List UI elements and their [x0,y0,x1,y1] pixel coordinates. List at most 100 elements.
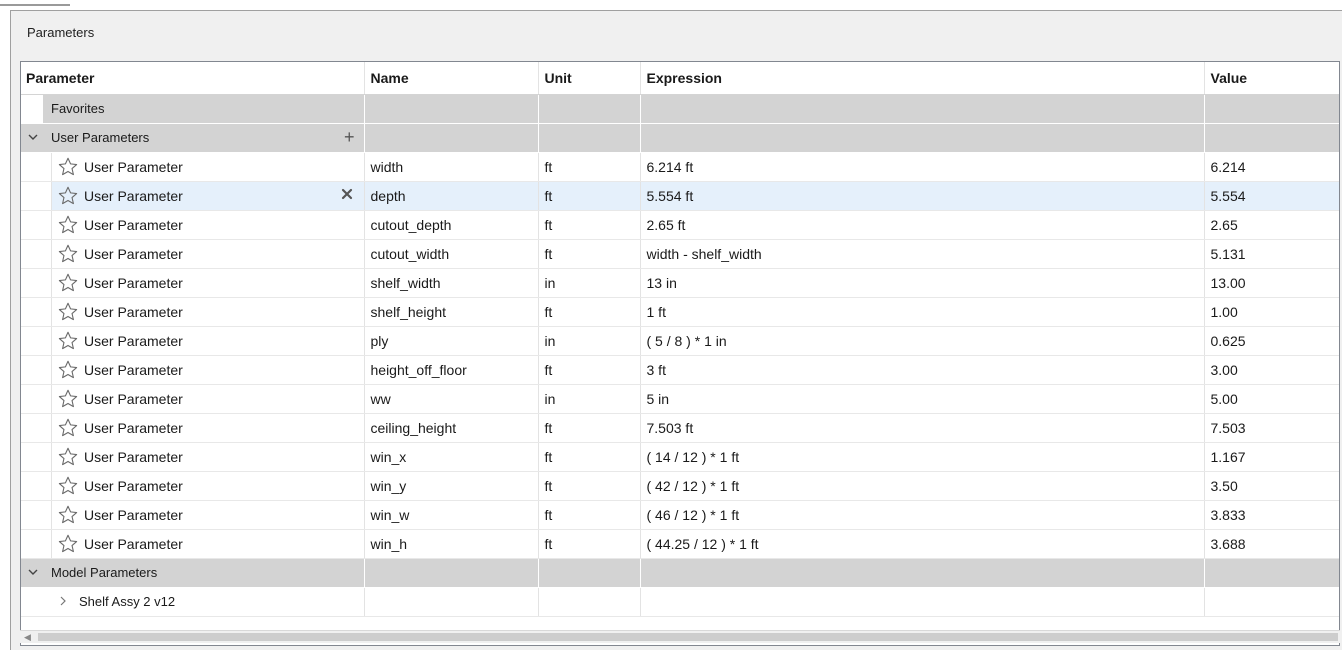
parameter-unit-cell[interactable]: ft [538,297,641,327]
parameter-row[interactable]: User Parameter win_w ft( 46 / 12 ) * 1 ft 3… [21,500,1339,530]
parameter-cell[interactable]: User Parameter [21,268,365,298]
parameter-value-cell[interactable]: 3.833 [1204,500,1339,530]
parameter-row[interactable]: User Parameter win_y ft( 42 / 12 ) * 1 ft 3… [21,471,1339,501]
parameter-unit-cell[interactable]: in [538,268,641,298]
parameter-row[interactable]: User Parameter cutout_width ft width - shel… [21,239,1339,269]
parameter-expression-cell[interactable]: 1 ft [640,297,1205,327]
parameter-unit-cell[interactable]: ft [538,152,641,182]
parameter-name-cell[interactable]: width [364,152,539,182]
star-outline-icon[interactable] [57,475,79,497]
star-outline-icon[interactable] [57,359,79,381]
horizontal-scrollbar[interactable]: ◀ [20,630,1340,643]
star-outline-icon[interactable] [57,504,79,526]
star-outline-icon[interactable] [57,156,79,178]
star-outline-icon[interactable] [57,446,79,468]
scrollbar-thumb[interactable] [38,633,1338,641]
parameter-expression-cell[interactable]: 7.503 ft [640,413,1205,443]
parameter-value-cell[interactable]: 6.214 [1204,152,1339,182]
scroll-left-icon[interactable]: ◀ [24,632,31,643]
star-outline-icon[interactable] [57,185,79,207]
header-name[interactable]: Name [364,62,539,95]
star-outline-icon[interactable] [57,388,79,410]
parameter-unit-cell[interactable]: ft [538,529,641,559]
parameter-cell[interactable]: User Parameter [21,500,365,530]
parameter-expression-cell[interactable]: ( 46 / 12 ) * 1 ft [640,500,1205,530]
parameter-value-cell[interactable]: 5.00 [1204,384,1339,414]
parameter-row[interactable]: User Parameter width ft 6.214 ft 6.214 [21,152,1339,182]
parameter-value-cell[interactable]: 13.00 [1204,268,1339,298]
parameter-name-cell[interactable]: height_off_floor [364,355,539,385]
parameter-cell[interactable]: User Parameter [21,529,365,559]
star-outline-icon[interactable] [57,301,79,323]
parameter-value-cell[interactable]: 3.688 [1204,529,1339,559]
parameter-unit-cell[interactable]: ft [538,413,641,443]
parameter-name-cell[interactable]: win_y [364,471,539,501]
star-outline-icon[interactable] [57,330,79,352]
parameter-name-cell[interactable]: cutout_width [364,239,539,269]
parameter-expression-cell[interactable]: 2.65 ft [640,210,1205,240]
parameter-cell[interactable]: User Parameter [21,181,365,211]
parameter-unit-cell[interactable]: ft [538,210,641,240]
parameter-cell[interactable]: User Parameter [21,384,365,414]
parameter-value-cell[interactable]: 1.00 [1204,297,1339,327]
add-user-parameter-button[interactable]: + [344,126,355,148]
parameter-cell[interactable]: User Parameter [21,239,365,269]
parameter-value-cell[interactable]: 5.131 [1204,239,1339,269]
group-favorites[interactable]: Favorites [21,94,1339,124]
header-expression[interactable]: Expression [640,62,1205,95]
parameter-unit-cell[interactable]: ft [538,181,641,211]
parameter-unit-cell[interactable]: ft [538,500,641,530]
parameter-cell[interactable]: User Parameter [21,326,365,356]
parameter-name-cell[interactable]: ply [364,326,539,356]
parameter-row[interactable]: User Parameter depth ft 5.554 ft 5.554 [21,181,1339,211]
parameter-expression-cell[interactable]: 5 in [640,384,1205,414]
group-model-parameters[interactable]: Model Parameters [21,558,1339,588]
parameter-name-cell[interactable]: shelf_height [364,297,539,327]
parameter-cell[interactable]: User Parameter [21,442,365,472]
header-parameter[interactable]: Parameter [21,62,365,95]
component-shelf-assy[interactable]: Shelf Assy 2 v12 [21,587,1339,617]
parameter-row[interactable]: User Parameter ceiling_height ft 7.503 ft 7.… [21,413,1339,443]
parameter-cell[interactable]: User Parameter [21,152,365,182]
parameter-expression-cell[interactable]: ( 44.25 / 12 ) * 1 ft [640,529,1205,559]
parameter-row[interactable]: User Parameter win_h ft( 44.25 / 12 ) * 1 … [21,529,1339,559]
parameter-row[interactable]: User Parameter cutout_depth ft 2.65 ft 2.65 [21,210,1339,240]
parameter-name-cell[interactable]: win_h [364,529,539,559]
parameter-value-cell[interactable]: 7.503 [1204,413,1339,443]
parameter-value-cell[interactable]: 0.625 [1204,326,1339,356]
chevron-down-icon[interactable] [27,566,39,578]
parameter-unit-cell[interactable]: ft [538,442,641,472]
parameter-name-cell[interactable]: win_w [364,500,539,530]
parameter-unit-cell[interactable]: ft [538,471,641,501]
parameter-expression-cell[interactable]: ( 14 / 12 ) * 1 ft [640,442,1205,472]
parameter-name-cell[interactable]: cutout_depth [364,210,539,240]
parameter-value-cell[interactable]: 3.00 [1204,355,1339,385]
header-unit[interactable]: Unit [538,62,641,95]
parameter-row[interactable]: User Parameter height_off_floor ft 3 ft 3.00 [21,355,1339,385]
parameter-name-cell[interactable]: ceiling_height [364,413,539,443]
parameter-value-cell[interactable]: 5.554 [1204,181,1339,211]
close-x-icon[interactable] [340,187,354,201]
star-outline-icon[interactable] [57,417,79,439]
parameter-cell[interactable]: User Parameter [21,210,365,240]
star-outline-icon[interactable] [57,533,79,555]
parameter-value-cell[interactable]: 1.167 [1204,442,1339,472]
star-outline-icon[interactable] [57,214,79,236]
parameter-unit-cell[interactable]: in [538,384,641,414]
parameter-unit-cell[interactable]: in [538,326,641,356]
parameter-name-cell[interactable]: win_x [364,442,539,472]
chevron-right-icon[interactable] [57,595,69,607]
parameter-unit-cell[interactable]: ft [538,239,641,269]
header-value[interactable]: Value [1204,62,1339,95]
parameter-row[interactable]: User Parameter ply in( 5 / 8 ) * 1 in 0.625 [21,326,1339,356]
parameter-expression-cell[interactable]: 5.554 ft [640,181,1205,211]
parameter-expression-cell[interactable]: ( 5 / 8 ) * 1 in [640,326,1205,356]
parameter-row[interactable]: User Parameter ww in 5 in 5.00 [21,384,1339,414]
group-user-parameters[interactable]: User Parameters + [21,123,1339,153]
parameter-row[interactable]: User Parameter shelf_width in 13 in 13.00 [21,268,1339,298]
parameter-cell[interactable]: User Parameter [21,355,365,385]
parameter-value-cell[interactable]: 3.50 [1204,471,1339,501]
parameter-cell[interactable]: User Parameter [21,297,365,327]
parameter-expression-cell[interactable]: ( 42 / 12 ) * 1 ft [640,471,1205,501]
parameter-cell[interactable]: User Parameter [21,413,365,443]
